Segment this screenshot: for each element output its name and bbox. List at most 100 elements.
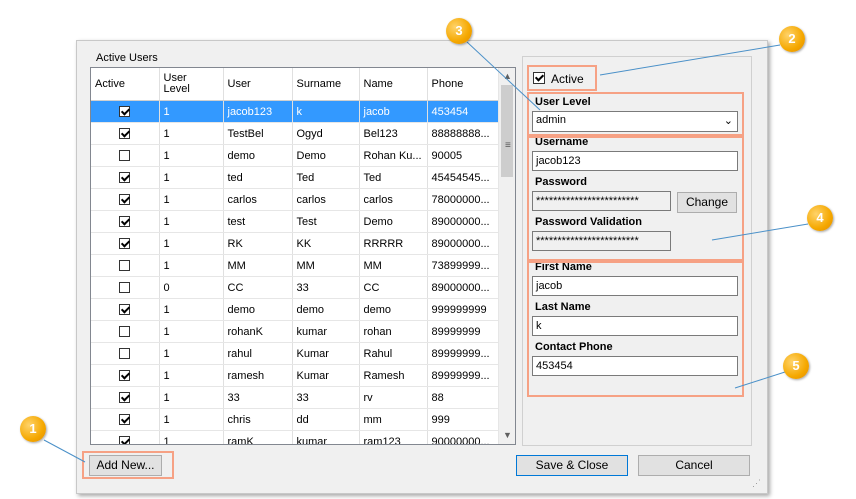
- column-header-user-level[interactable]: User Level: [159, 68, 224, 101]
- surname-cell: demo: [292, 298, 360, 321]
- active-cell[interactable]: [91, 166, 160, 189]
- active-cell[interactable]: [91, 276, 160, 299]
- row-active-checkbox[interactable]: [119, 260, 131, 272]
- save-close-button[interactable]: Save & Close: [516, 455, 628, 476]
- table-row[interactable]: 1 test Test Demo 89000000...: [91, 210, 499, 233]
- name-cell: Demo: [359, 210, 428, 233]
- row-active-checkbox[interactable]: [119, 216, 131, 228]
- active-cell[interactable]: [91, 254, 160, 277]
- grid-vertical-scrollbar[interactable]: ▲ ≡ ▼: [498, 68, 515, 444]
- table-row[interactable]: 1 carlos carlos carlos 78000000...: [91, 188, 499, 211]
- surname-cell: Ted: [292, 166, 360, 189]
- table-row[interactable]: 1 ramK kumar ram123 90000000...: [91, 430, 499, 444]
- password-field[interactable]: ************************: [532, 191, 671, 211]
- surname-cell: Kumar: [292, 364, 360, 387]
- change-password-button[interactable]: Change: [677, 192, 737, 213]
- user-cell: rohanK: [223, 320, 293, 343]
- username-field[interactable]: jacob123: [532, 151, 738, 171]
- table-row[interactable]: 1 demo demo demo 999999999: [91, 298, 499, 321]
- table-row[interactable]: 1 rohanK kumar rohan 89999999: [91, 320, 499, 343]
- phone-cell: 89999999...: [427, 364, 499, 387]
- row-active-checkbox[interactable]: [119, 282, 131, 294]
- first-name-field[interactable]: jacob: [532, 276, 738, 296]
- row-active-checkbox[interactable]: [119, 150, 131, 162]
- name-cell: MM: [359, 254, 428, 277]
- active-cell[interactable]: [91, 122, 160, 145]
- column-header-phone[interactable]: Phone: [427, 68, 499, 101]
- column-header-name[interactable]: Name: [359, 68, 428, 101]
- user-cell: demo: [223, 144, 293, 167]
- table-row[interactable]: 1 MM MM MM 73899999...: [91, 254, 499, 277]
- user-level-select[interactable]: admin ⌄: [532, 111, 738, 132]
- phone-cell: 453454: [427, 100, 499, 123]
- active-cell[interactable]: [91, 144, 160, 167]
- user-cell: test: [223, 210, 293, 233]
- row-active-checkbox[interactable]: [119, 370, 131, 382]
- active-cell[interactable]: [91, 210, 160, 233]
- row-active-checkbox[interactable]: [119, 414, 131, 426]
- table-row[interactable]: 1 chris dd mm 999: [91, 408, 499, 431]
- active-cell[interactable]: [91, 320, 160, 343]
- row-active-checkbox[interactable]: [119, 326, 131, 338]
- table-row[interactable]: 1 RK KK RRRRR 89000000...: [91, 232, 499, 255]
- surname-cell: k: [292, 100, 360, 123]
- cancel-button[interactable]: Cancel: [638, 455, 750, 476]
- table-row[interactable]: 0 CC 33 CC 89000000...: [91, 276, 499, 299]
- active-cell[interactable]: [91, 232, 160, 255]
- active-cell[interactable]: [91, 430, 160, 444]
- user-cell: MM: [223, 254, 293, 277]
- password-validation-label: Password Validation: [535, 216, 642, 228]
- level-cell: 1: [159, 100, 224, 123]
- table-row[interactable]: 1 jacob123 k jacob 453454: [91, 100, 499, 123]
- column-header-surname[interactable]: Surname: [292, 68, 360, 101]
- active-cell[interactable]: [91, 100, 160, 123]
- name-cell: carlos: [359, 188, 428, 211]
- level-cell: 1: [159, 232, 224, 255]
- user-cell: TestBel: [223, 122, 293, 145]
- last-name-label: Last Name: [535, 301, 591, 313]
- active-cell[interactable]: [91, 188, 160, 211]
- last-name-field[interactable]: k: [532, 316, 738, 336]
- row-active-checkbox[interactable]: [119, 172, 131, 184]
- table-row[interactable]: 1 demo Demo Rohan Ku... 90005: [91, 144, 499, 167]
- row-active-checkbox[interactable]: [119, 238, 131, 250]
- active-cell[interactable]: [91, 386, 160, 409]
- user-cell: CC: [223, 276, 293, 299]
- row-active-checkbox[interactable]: [119, 392, 131, 404]
- add-new-button[interactable]: Add New...: [89, 455, 162, 476]
- scrollbar-thumb[interactable]: ≡: [501, 85, 513, 177]
- table-header-row: Active User Level User Surname Name Phon…: [91, 68, 499, 101]
- active-cell[interactable]: [91, 298, 160, 321]
- scroll-down-icon[interactable]: ▼: [499, 427, 515, 444]
- row-active-checkbox[interactable]: [119, 194, 131, 206]
- name-cell: Ramesh: [359, 364, 428, 387]
- active-cell[interactable]: [91, 342, 160, 365]
- phone-cell: 999999999: [427, 298, 499, 321]
- name-cell: Rohan Ku...: [359, 144, 428, 167]
- contact-phone-field[interactable]: 453454: [532, 356, 738, 376]
- column-header-user[interactable]: User: [223, 68, 293, 101]
- user-cell: rahul: [223, 342, 293, 365]
- active-cell[interactable]: [91, 408, 160, 431]
- table-row[interactable]: 1 ted Ted Ted 45454545...: [91, 166, 499, 189]
- first-name-label: First Name: [535, 261, 592, 273]
- table-row[interactable]: 1 ramesh Kumar Ramesh 89999999...: [91, 364, 499, 387]
- row-active-checkbox[interactable]: [119, 106, 131, 118]
- active-checkbox[interactable]: [533, 72, 545, 84]
- password-validation-field[interactable]: ************************: [532, 231, 671, 251]
- row-active-checkbox[interactable]: [119, 304, 131, 316]
- row-active-checkbox[interactable]: [119, 128, 131, 140]
- column-header-active[interactable]: Active: [91, 68, 160, 101]
- scroll-up-icon[interactable]: ▲: [499, 68, 515, 85]
- row-active-checkbox[interactable]: [119, 436, 131, 444]
- user-cell: demo: [223, 298, 293, 321]
- table-row[interactable]: 1 TestBel Ogyd Bel123 88888888...: [91, 122, 499, 145]
- table-row[interactable]: 1 33 33 rv 88: [91, 386, 499, 409]
- users-grid[interactable]: Active User Level User Surname Name Phon…: [90, 67, 516, 445]
- row-active-checkbox[interactable]: [119, 348, 131, 360]
- table-row[interactable]: 1 rahul Kumar Rahul 89999999...: [91, 342, 499, 365]
- resize-grip-icon[interactable]: ⋰: [752, 478, 761, 489]
- active-cell[interactable]: [91, 364, 160, 387]
- user-cell: jacob123: [223, 100, 293, 123]
- name-cell: jacob: [359, 100, 428, 123]
